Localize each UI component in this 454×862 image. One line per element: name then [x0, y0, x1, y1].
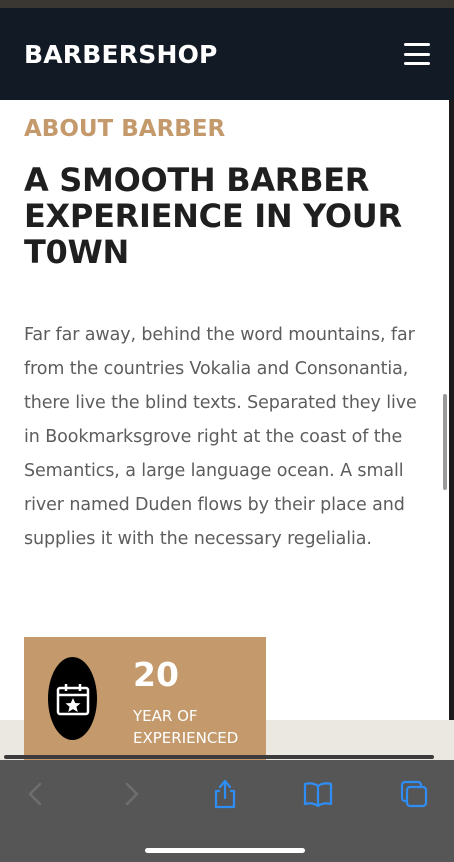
stat-number: 20 [133, 655, 179, 694]
browser-toolbar [0, 755, 454, 862]
hamburger-menu-icon[interactable] [404, 43, 430, 65]
forward-icon[interactable] [116, 778, 148, 810]
status-strip [0, 0, 454, 8]
tabs-icon[interactable] [398, 778, 430, 810]
menu-line [404, 52, 430, 56]
calendar-star-icon [48, 657, 97, 740]
experience-stat-card: 20 YEAR OF EXPERIENCED [24, 637, 266, 760]
home-indicator[interactable] [145, 848, 305, 853]
share-icon[interactable] [209, 778, 241, 810]
brand-logo[interactable]: BARBERSHOP [24, 40, 218, 69]
toolbar-divider [4, 755, 434, 759]
bookmarks-icon[interactable] [302, 778, 334, 810]
page-edge [449, 100, 454, 760]
about-paragraph: Far far away, behind the word mountains,… [24, 325, 417, 549]
section-eyebrow: ABOUT BARBER [24, 116, 226, 142]
back-icon[interactable] [19, 778, 51, 810]
page-title: A SMOOTH BARBER EXPERIENCE IN YOUR T0WN [24, 161, 402, 271]
navbar: BARBERSHOP [0, 8, 454, 100]
menu-line [404, 43, 430, 46]
stat-label: YEAR OF EXPERIENCED [133, 707, 239, 747]
scrollbar[interactable] [443, 394, 447, 490]
menu-line [404, 62, 430, 65]
